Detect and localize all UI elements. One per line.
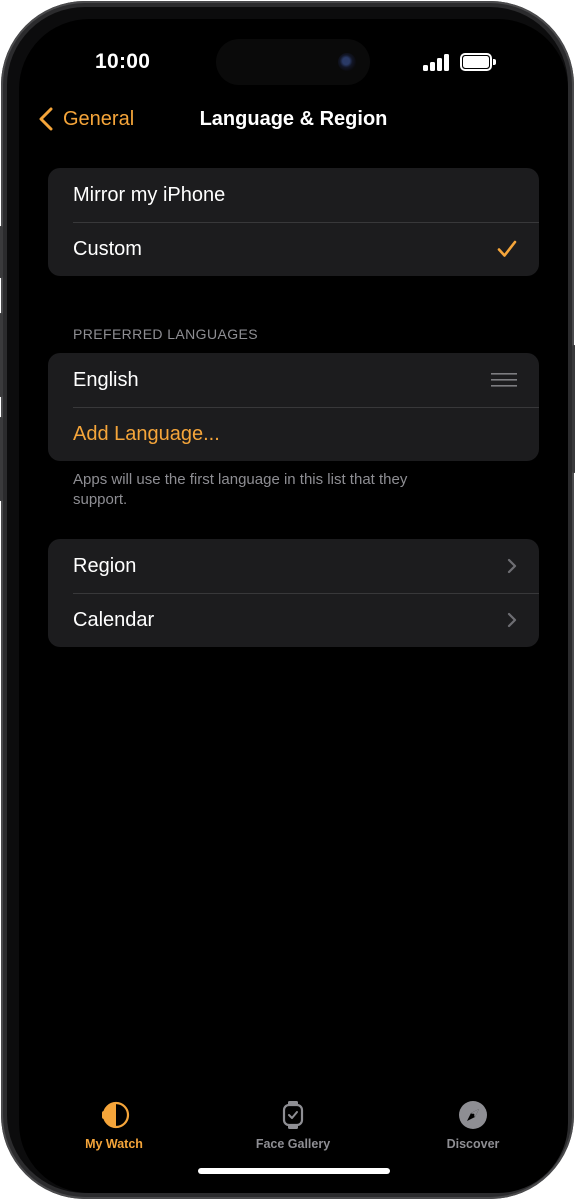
tab-label: Face Gallery <box>255 1137 331 1151</box>
region-label: Region <box>73 554 137 577</box>
option-label: Mirror my iPhone <box>73 183 226 206</box>
chevron-right-icon <box>507 558 517 574</box>
volume-up-button <box>0 313 3 397</box>
language-label: English <box>73 368 139 391</box>
tab-my-watch[interactable]: My Watch <box>54 1099 174 1151</box>
discover-compass-icon <box>459 1101 487 1129</box>
preferred-languages-header: PREFERRED LANGUAGES <box>73 326 258 342</box>
option-mirror-iphone[interactable]: Mirror my iPhone <box>48 168 539 222</box>
my-watch-icon <box>102 1101 130 1129</box>
volume-down-button <box>0 417 3 501</box>
add-language-label: Add Language... <box>73 422 220 445</box>
tab-face-gallery[interactable]: Face Gallery <box>233 1099 353 1151</box>
calendar-row[interactable]: Calendar <box>48 593 539 647</box>
dynamic-island <box>216 39 370 85</box>
home-indicator[interactable] <box>198 1168 390 1174</box>
region-row[interactable]: Region <box>48 539 539 593</box>
status-time: 10:00 <box>95 50 151 73</box>
tab-label: My Watch <box>85 1137 143 1151</box>
chevron-right-icon <box>507 612 517 628</box>
bezel: 10:00 General Language & Region Mirror m… <box>7 7 568 1193</box>
preferred-languages-group: English Add Language... <box>48 353 539 461</box>
cellular-signal-icon <box>423 53 451 71</box>
preferred-languages-footer: Apps will use the first language in this… <box>73 471 408 508</box>
phone-frame: 10:00 General Language & Region Mirror m… <box>0 1 575 1199</box>
screen: 10:00 General Language & Region Mirror m… <box>19 19 568 1193</box>
language-mode-group: Mirror my iPhone Custom <box>48 168 539 276</box>
checkmark-icon <box>497 240 517 258</box>
language-item-english[interactable]: English <box>48 353 539 407</box>
battery-full-icon <box>460 53 496 71</box>
page-title: Language & Region <box>199 108 388 130</box>
action-button <box>0 226 3 278</box>
face-gallery-icon <box>282 1101 304 1129</box>
add-language-button[interactable]: Add Language... <box>48 407 539 461</box>
reorder-handle-icon[interactable] <box>491 373 517 387</box>
tab-discover[interactable]: Discover <box>413 1099 533 1151</box>
front-camera <box>338 53 356 71</box>
option-custom[interactable]: Custom <box>48 222 539 276</box>
format-settings-group: Region Calendar <box>48 539 539 647</box>
option-label: Custom <box>73 237 142 260</box>
calendar-label: Calendar <box>73 608 155 631</box>
tab-label: Discover <box>446 1137 500 1151</box>
